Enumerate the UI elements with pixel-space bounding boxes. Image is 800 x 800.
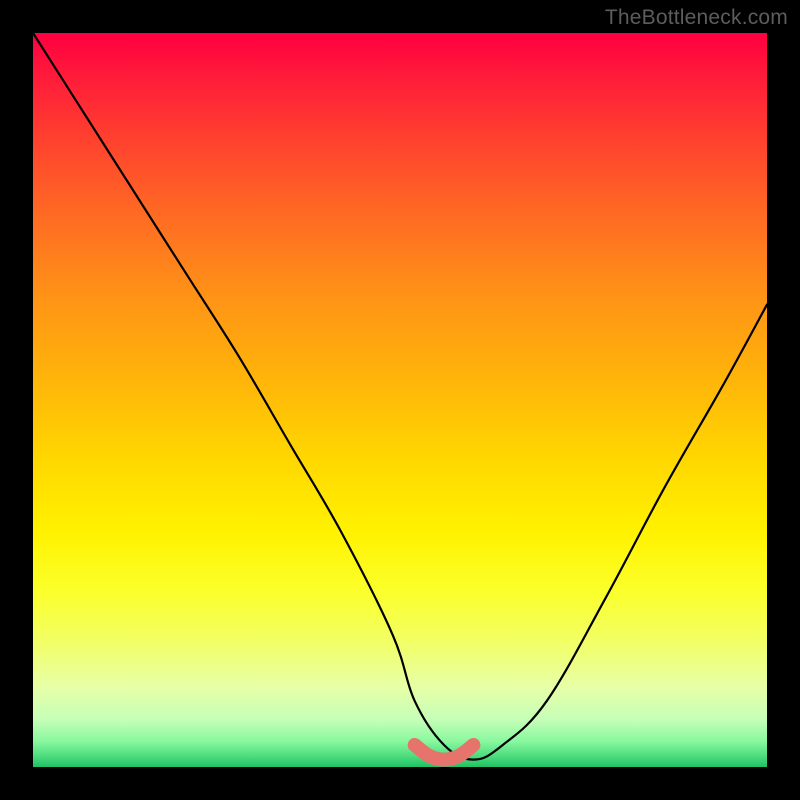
bottleneck-curve-path (33, 33, 767, 760)
watermark-text: TheBottleneck.com (605, 6, 788, 30)
optimal-range-highlight (415, 745, 474, 760)
chart-frame: TheBottleneck.com (0, 0, 800, 800)
bottleneck-curve-svg (33, 33, 767, 767)
plot-area (33, 33, 767, 767)
